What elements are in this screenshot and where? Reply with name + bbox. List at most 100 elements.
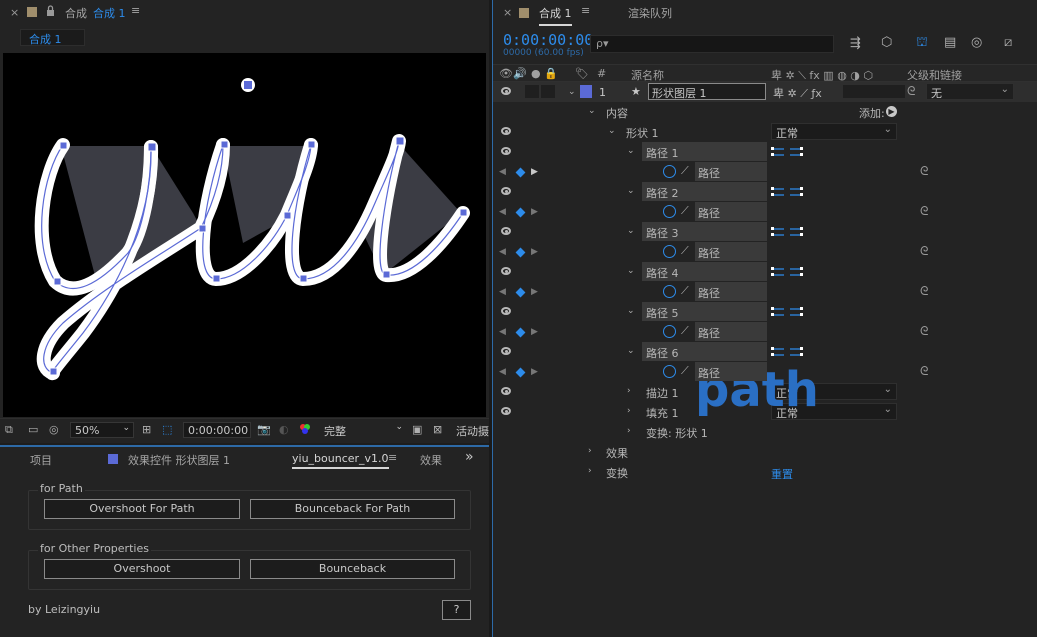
more-tabs-icon[interactable]: » xyxy=(465,449,474,465)
prev-keyframe-icon[interactable]: ◀ xyxy=(499,207,506,217)
layer-name[interactable]: 形状图层 1 xyxy=(648,83,766,100)
reset-link[interactable]: 重置 xyxy=(771,466,793,482)
graph-icon[interactable]: ⟋ xyxy=(681,164,689,178)
comp-flowchart-icon[interactable]: ⇶ xyxy=(850,36,861,51)
solo-toggle[interactable] xyxy=(541,85,555,98)
layer-visibility-eye-icon[interactable] xyxy=(501,87,511,95)
shape-visibility-eye-icon[interactable] xyxy=(501,127,511,135)
path-group-row[interactable]: ⌄ 路径 4 xyxy=(493,262,1037,282)
path-direction-icons[interactable] xyxy=(771,306,805,318)
graph-icon[interactable]: ⟋ xyxy=(681,244,689,258)
graph-icon[interactable]: ⟋ xyxy=(681,364,689,378)
solo-column-icon[interactable]: ● xyxy=(531,67,541,80)
stopwatch-icon[interactable] xyxy=(663,365,676,378)
next-keyframe-icon[interactable]: ▶ xyxy=(531,247,538,257)
parent-select[interactable]: 无 ⌄ xyxy=(926,83,1014,100)
layer-label-color[interactable] xyxy=(580,85,592,98)
path-group-row[interactable]: ⌄ 路径 6 xyxy=(493,342,1037,362)
expand-chevron-icon[interactable]: ⌄ xyxy=(627,226,635,236)
panel-menu-icon[interactable]: ≡ xyxy=(131,4,140,17)
stopwatch-icon[interactable] xyxy=(663,205,676,218)
layer-switches[interactable]: 卑 ✲ ⟋ ƒx xyxy=(773,85,822,101)
stopwatch-icon[interactable] xyxy=(663,285,676,298)
close-tab-icon[interactable]: × xyxy=(10,6,19,19)
path-property-row[interactable]: ◀ ▶ ⟋ 路径 ᘓ xyxy=(493,162,1037,182)
panel-menu-icon[interactable]: ≡ xyxy=(581,4,590,17)
expand-chevron-icon[interactable]: ⌄ xyxy=(627,186,635,196)
path-visibility-eye-icon[interactable] xyxy=(501,267,511,275)
stopwatch-icon[interactable] xyxy=(663,245,676,258)
draft-3d-icon[interactable]: ⬡ xyxy=(881,35,892,50)
expression-pick-whip-icon[interactable]: ᘓ xyxy=(920,204,928,219)
keyframe-diamond-icon[interactable] xyxy=(515,287,526,298)
comp-tab-title[interactable]: 合成 1 xyxy=(93,5,126,21)
close-tab-icon[interactable]: × xyxy=(503,6,512,19)
motion-blur-icon[interactable]: ◎ xyxy=(971,35,982,50)
keyframe-diamond-icon[interactable] xyxy=(515,167,526,178)
composition-viewer[interactable] xyxy=(3,53,486,417)
expand-chevron-icon[interactable]: › xyxy=(588,466,592,476)
resolution-select[interactable]: 完整 ⌄ xyxy=(320,422,406,438)
lock-icon[interactable] xyxy=(46,5,55,16)
blend-mode-select[interactable]: 正常 ⌄ xyxy=(771,123,897,140)
path-property-row[interactable]: ◀ ▶ ⟋ 路径 ᘓ xyxy=(493,362,1037,382)
channel-rgb-icon[interactable] xyxy=(299,423,311,438)
expand-chevron-icon[interactable]: ⌄ xyxy=(627,346,635,356)
transform-shape-row[interactable]: › 变换: 形状 1 xyxy=(493,422,1037,442)
label-column-icon[interactable]: 🏷 xyxy=(575,67,589,80)
always-preview-icon[interactable]: ⧉ xyxy=(5,423,13,437)
expression-pick-whip-icon[interactable]: ᘓ xyxy=(920,244,928,259)
tab-render-queue[interactable]: 渲染队列 xyxy=(628,5,672,21)
video-column-icon[interactable]: 👁 xyxy=(499,67,513,80)
path-group-row[interactable]: ⌄ 路径 5 xyxy=(493,302,1037,322)
path-visibility-eye-icon[interactable] xyxy=(501,347,511,355)
bounceback-button[interactable]: Bounceback xyxy=(250,559,455,579)
tab-effect-controls[interactable]: 效果控件 形状图层 1 xyxy=(128,452,230,468)
stopwatch-icon[interactable] xyxy=(663,325,676,338)
lock-column-icon[interactable]: 🔒 xyxy=(544,67,558,80)
expand-chevron-icon[interactable]: ⌄ xyxy=(588,106,596,116)
overshoot-for-path-button[interactable]: Overshoot For Path xyxy=(44,499,240,519)
prev-keyframe-icon[interactable]: ◀ xyxy=(499,167,506,177)
path-property-row[interactable]: ◀ ▶ ⟋ 路径 ᘓ xyxy=(493,282,1037,302)
expression-pick-whip-icon[interactable]: ᘓ xyxy=(920,284,928,299)
audio-toggle[interactable] xyxy=(525,85,539,98)
source-name-header[interactable]: 源名称 xyxy=(631,67,664,83)
timeline-timecode[interactable]: 0:00:00:00 xyxy=(503,31,593,49)
layer-search-input[interactable]: ρ▾ xyxy=(590,35,834,53)
active-camera-select[interactable]: 活动摄 xyxy=(456,423,489,439)
snapshot-camera-icon[interactable]: 📷 xyxy=(257,423,271,436)
path-group-row[interactable]: ⌄ 路径 1 xyxy=(493,142,1037,162)
tab-project[interactable]: 项目 xyxy=(30,452,52,468)
fast-previews-icon[interactable]: ▣ xyxy=(412,423,422,436)
stroke-visibility-eye-icon[interactable] xyxy=(501,387,511,395)
add-menu-icon[interactable]: ▶ xyxy=(886,106,897,117)
graph-editor-icon[interactable]: ⧄ xyxy=(1004,35,1012,50)
path-visibility-eye-icon[interactable] xyxy=(501,147,511,155)
next-keyframe-icon[interactable]: ▶ xyxy=(531,327,538,337)
expand-chevron-icon[interactable]: ⌄ xyxy=(568,87,576,97)
tab-comp-1[interactable]: 合成 1 xyxy=(539,5,572,26)
prev-keyframe-icon[interactable]: ◀ xyxy=(499,247,506,257)
frame-blending-icon[interactable]: ▤ xyxy=(944,35,956,50)
path-property-row[interactable]: ◀ ▶ ⟋ 路径 ᘓ xyxy=(493,322,1037,342)
path-visibility-eye-icon[interactable] xyxy=(501,227,511,235)
layer-switch-boxes[interactable] xyxy=(843,85,905,98)
expand-chevron-icon[interactable]: ⌄ xyxy=(608,126,616,136)
current-time-field[interactable]: 0:00:00:00 xyxy=(183,422,251,438)
comp-subtab[interactable]: 合成 1 xyxy=(20,29,85,46)
path-direction-icons[interactable] xyxy=(771,146,805,158)
next-keyframe-icon[interactable]: ▶ xyxy=(531,167,538,177)
toggle-grid-icon[interactable]: ⊠ xyxy=(433,423,442,436)
path-visibility-eye-icon[interactable] xyxy=(501,187,511,195)
expression-pick-whip-icon[interactable]: ᘓ xyxy=(920,164,928,179)
expand-chevron-icon[interactable]: › xyxy=(588,446,592,456)
graph-icon[interactable]: ⟋ xyxy=(681,324,689,338)
show-snapshot-icon[interactable]: ◐ xyxy=(279,423,289,436)
overshoot-button[interactable]: Overshoot xyxy=(44,559,240,579)
path-direction-icons[interactable] xyxy=(771,266,805,278)
audio-column-icon[interactable]: 🔊 xyxy=(513,67,527,80)
path-group-row[interactable]: ⌄ 路径 2 xyxy=(493,182,1037,202)
region-of-interest-icon[interactable]: ⊞ xyxy=(142,423,151,436)
monitor-icon[interactable]: ▭ xyxy=(28,423,38,436)
